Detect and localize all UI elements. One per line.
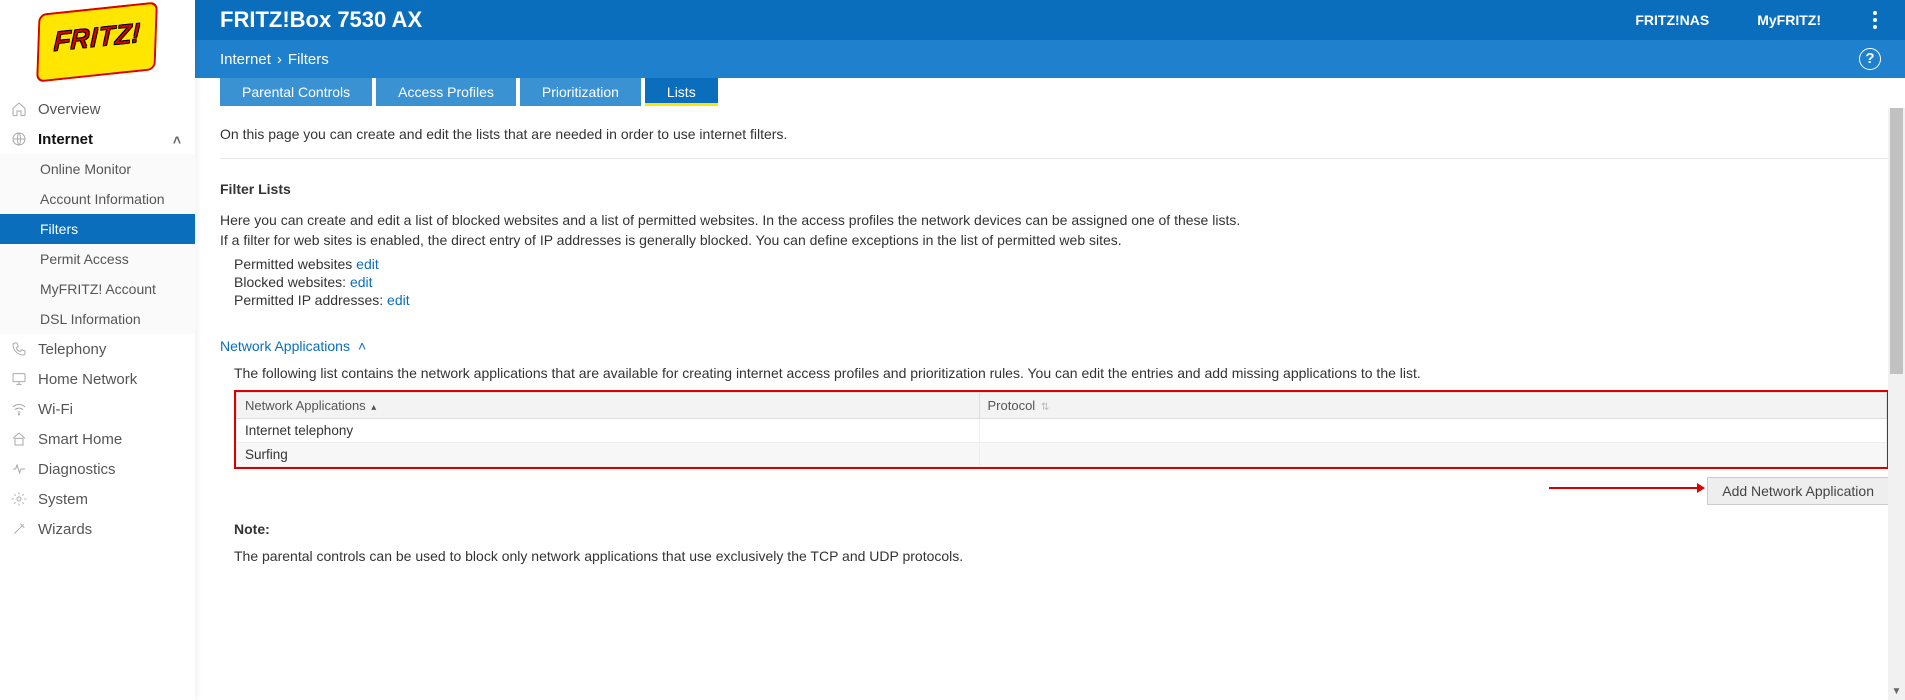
help-icon[interactable]: ? [1859,48,1881,70]
chevron-up-icon: ˄ [358,338,366,354]
breadcrumb-separator: › [277,51,282,68]
logo-text: FRITZ! [45,16,150,58]
sidebar-item-label: Overview [38,101,101,118]
sidebar-item-label: Permit Access [40,251,129,267]
smart-home-icon [10,430,28,448]
sidebar-item-label: DSL Information [40,311,141,327]
gear-icon [10,490,28,508]
sidebar-item-telephony[interactable]: Telephony [0,334,195,364]
filter-lists-desc-2: If a filter for web sites is enabled, th… [220,231,1889,251]
sidebar-item-smart-home[interactable]: Smart Home [0,424,195,454]
sidebar-item-label: System [38,491,88,508]
annotation-arrow [1549,487,1699,489]
scroll-down-icon[interactable]: ▼ [1888,683,1905,700]
permitted-websites-label: Permitted websites [234,256,356,272]
add-app-button-row: Add Network Application [234,477,1889,505]
chevron-up-icon: ˄ [173,132,181,148]
network-applications-table: Network Applications ▴ Protocol ⇅ Intern… [236,392,1887,467]
diagnostics-icon [10,460,28,478]
sidebar-item-internet[interactable]: Internet ˄ [0,124,195,154]
kebab-menu-icon[interactable] [1869,7,1881,33]
tab-lists[interactable]: Lists [645,78,718,106]
sidebar-item-label: Wi-Fi [38,401,73,418]
sidebar-item-label: Filters [40,221,78,237]
sidebar-item-label: Online Monitor [40,161,131,177]
sidebar-sub-online-monitor[interactable]: Online Monitor [0,154,195,184]
sidebar-item-wizards[interactable]: Wizards [0,514,195,544]
table-row[interactable]: Surfing [237,442,1887,466]
header-right-group: FRITZ!NAS MyFRITZ! [1635,7,1905,33]
tab-bar: Parental Controls Access Profiles Priori… [220,78,1905,108]
permitted-websites-row: Permitted websites edit [234,256,1889,272]
sidebar-item-system[interactable]: System [0,484,195,514]
wizard-icon [10,520,28,538]
tab-parental-controls[interactable]: Parental Controls [220,78,372,106]
sort-icon: ▴ [371,402,376,413]
permitted-ip-label: Permitted IP addresses: [234,292,387,308]
permitted-websites-edit-link[interactable]: edit [356,256,379,272]
sidebar-item-label: Diagnostics [38,461,116,478]
phone-icon [10,340,28,358]
cell-app-name: Internet telephony [237,418,980,442]
sidebar-item-home-network[interactable]: Home Network [0,364,195,394]
sidebar-item-label: Wizards [38,521,92,538]
note-heading: Note: [234,521,1889,537]
network-applications-toggle[interactable]: Network Applications ˄ [220,338,366,354]
home-icon [10,100,28,118]
permitted-ip-row: Permitted IP addresses: edit [234,292,1889,308]
wifi-icon [10,400,28,418]
sidebar-sub-dsl-information[interactable]: DSL Information [0,304,195,334]
sidebar-sub-filters[interactable]: Filters [0,214,195,244]
cell-protocol [979,442,1887,466]
blocked-websites-label: Blocked websites: [234,274,350,290]
note-body: The parental controls can be used to blo… [234,547,1889,567]
logo[interactable]: FRITZ! [22,4,172,88]
sidebar-sub-account-information[interactable]: Account Information [0,184,195,214]
page-scrollbar[interactable]: ▲ ▼ [1888,40,1905,700]
sort-icon: ⇅ [1041,402,1049,413]
sidebar-item-label: MyFRITZ! Account [40,281,156,297]
sidebar-item-label: Home Network [38,371,137,388]
tab-access-profiles[interactable]: Access Profiles [376,78,516,106]
main-content: On this page you can create and edit the… [220,108,1889,700]
page-intro: On this page you can create and edit the… [220,126,1889,159]
sidebar-item-wifi[interactable]: Wi-Fi [0,394,195,424]
header-bar: FRITZ!Box 7530 AX FRITZ!NAS MyFRITZ! [0,0,1905,40]
breadcrumb-root[interactable]: Internet [220,51,271,68]
add-network-application-button[interactable]: Add Network Application [1707,477,1889,505]
cell-app-name: Surfing [237,442,980,466]
sidebar-item-label: Smart Home [38,431,122,448]
myfritz-link[interactable]: MyFRITZ! [1757,12,1821,28]
sidebar-sub-permit-access[interactable]: Permit Access [0,244,195,274]
sidebar-item-label: Account Information [40,191,165,207]
breadcrumb: Internet › Filters [220,51,329,68]
tab-prioritization[interactable]: Prioritization [520,78,641,106]
sidebar-sub-myfritz-account[interactable]: MyFRITZ! Account [0,274,195,304]
col-protocol[interactable]: Protocol ⇅ [979,392,1887,418]
filter-lists-heading: Filter Lists [220,181,1889,197]
sidebar-item-label: Internet [38,131,93,148]
globe-icon [10,130,28,148]
table-row[interactable]: Internet telephony [237,418,1887,442]
fritznas-link[interactable]: FRITZ!NAS [1635,12,1709,28]
sidebar-item-overview[interactable]: Overview [0,94,195,124]
blocked-websites-edit-link[interactable]: edit [350,274,373,290]
breadcrumb-bar: Internet › Filters ? [0,40,1905,78]
sidebar-item-diagnostics[interactable]: Diagnostics [0,454,195,484]
col-network-applications[interactable]: Network Applications ▴ [237,392,980,418]
network-applications-table-highlight: Network Applications ▴ Protocol ⇅ Intern… [234,390,1889,469]
sidebar-item-label: Telephony [38,341,106,358]
network-icon [10,370,28,388]
filter-lists-desc-1: Here you can create and edit a list of b… [220,211,1889,231]
device-title: FRITZ!Box 7530 AX [220,7,422,33]
breadcrumb-leaf: Filters [288,51,329,68]
network-applications-desc: The following list contains the network … [234,364,1889,384]
permitted-ip-edit-link[interactable]: edit [387,292,410,308]
cell-protocol [979,418,1887,442]
blocked-websites-row: Blocked websites: edit [234,274,1889,290]
sidebar: Overview Internet ˄ Online Monitor Accou… [0,0,195,700]
network-applications-heading: Network Applications [220,338,350,354]
